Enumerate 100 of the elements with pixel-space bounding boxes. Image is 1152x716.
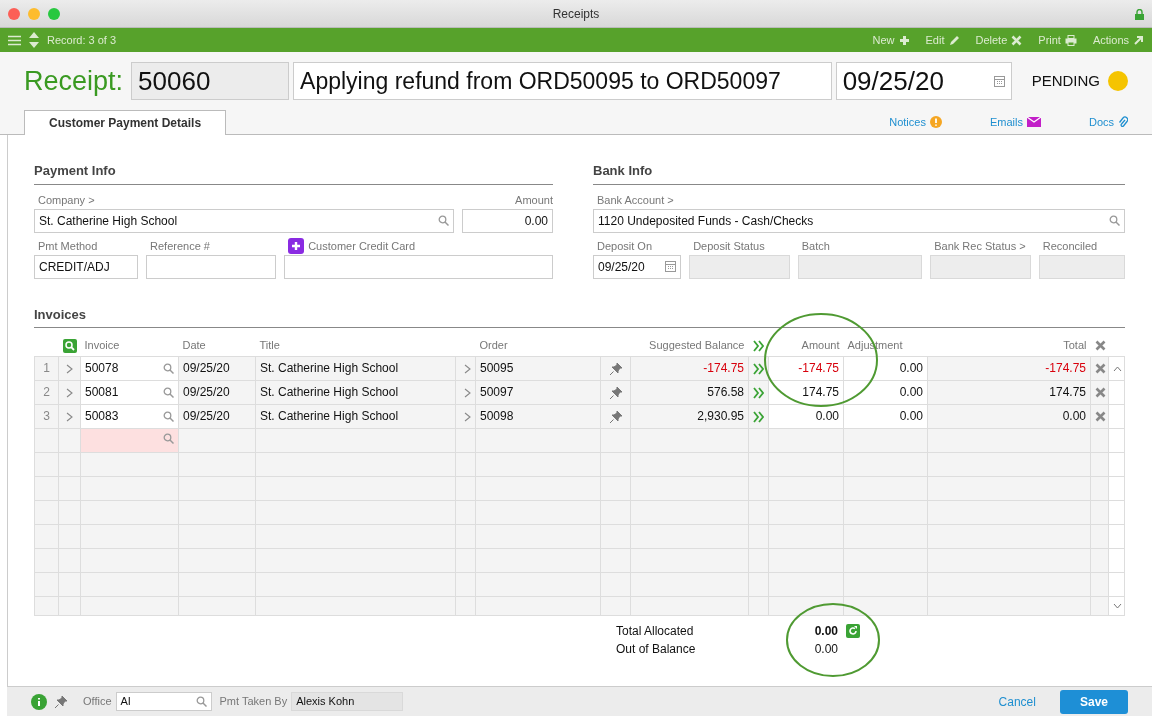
delete-row-icon[interactable]: [1095, 411, 1106, 423]
refresh-button[interactable]: [846, 623, 860, 638]
plus-icon: [898, 34, 910, 46]
field-label: Deposit On: [597, 238, 653, 254]
input-field[interactable]: 09/25/20: [593, 254, 682, 279]
delete-row-icon[interactable]: [1095, 387, 1106, 399]
search-icon[interactable]: [1109, 215, 1120, 226]
scroll-up-icon[interactable]: [1113, 365, 1122, 372]
field-label: Deposit Status: [693, 238, 765, 254]
field-label: Customer Credit Card: [308, 238, 416, 254]
double-chevron-icon[interactable]: [753, 386, 764, 399]
search-icon[interactable]: [195, 696, 207, 707]
zoom-window-button[interactable]: [48, 7, 60, 20]
input-field[interactable]: [284, 254, 553, 279]
table-cell: 50097: [480, 385, 514, 399]
receipt-title-field[interactable]: Applying refund from ORD50095 to ORD50097: [293, 62, 832, 100]
section-heading: Payment Info: [34, 161, 553, 185]
table-cell: 09/25/20: [183, 409, 230, 423]
close-window-button[interactable]: [8, 7, 20, 20]
search-button[interactable]: [62, 338, 77, 353]
input-field[interactable]: [146, 254, 277, 279]
column-header: Suggested Balance: [649, 338, 745, 351]
status-dot: [1108, 71, 1128, 91]
tab[interactable]: Customer Payment Details: [24, 110, 227, 135]
double-chevron-icon[interactable]: [753, 410, 764, 423]
input-field[interactable]: 0.00: [462, 208, 553, 233]
pmt-taken-by-field: Alexis Kohn: [291, 692, 404, 711]
total-label: Total Allocated: [616, 622, 695, 640]
table-cell: 576.58: [707, 385, 744, 399]
double-chevron-icon[interactable]: [753, 362, 764, 375]
table-cell: -174.75: [703, 361, 744, 375]
paperclip-icon: [1118, 115, 1128, 128]
field-label: Amount: [515, 192, 553, 208]
pin-icon[interactable]: [609, 386, 622, 399]
delete-row-icon[interactable]: [1095, 363, 1106, 375]
search-icon[interactable]: [163, 410, 174, 422]
info-icon[interactable]: [31, 693, 47, 710]
pin-icon[interactable]: [609, 410, 622, 423]
table-cell: 0.00: [1062, 409, 1086, 423]
row-number: 3: [43, 409, 50, 423]
field-label: Bank Account >: [597, 192, 674, 208]
input-field[interactable]: CREDIT/ADJ: [34, 254, 139, 279]
field-label: Bank Rec Status >: [934, 238, 1026, 254]
search-icon[interactable]: [438, 215, 449, 226]
table-cell: 09/25/20: [183, 385, 230, 399]
field-label: Reference #: [150, 238, 210, 254]
column-header: Invoice: [84, 338, 120, 351]
table-cell: St. Catherine High School: [260, 409, 399, 423]
field-label: Pmt Taken By: [219, 694, 288, 710]
row-number: 1: [43, 361, 50, 375]
table-cell: 50095: [480, 361, 514, 375]
calendar-icon[interactable]: [665, 261, 677, 272]
column-header: Title: [259, 338, 280, 351]
field-label: Company >: [38, 192, 95, 208]
input-field[interactable]: 1120 Undeposited Funds - Cash/Checks: [593, 208, 1125, 233]
field-label: Reconciled: [1042, 238, 1098, 254]
cross-icon: [1011, 34, 1023, 46]
table-cell: 174.75: [1049, 385, 1086, 399]
table-cell: 50098: [480, 409, 514, 423]
receipt-date-field[interactable]: 09/25/20: [835, 62, 1012, 100]
menu-icon[interactable]: [8, 34, 21, 46]
amount-field[interactable]: 0.00: [815, 409, 839, 423]
table-cell: 09/25/20: [183, 361, 230, 375]
search-icon[interactable]: [163, 386, 174, 398]
total-value: 0.00: [813, 640, 838, 658]
record-counter: Record: 3 of 3: [47, 32, 117, 48]
clear-all-icon[interactable]: [1094, 340, 1106, 352]
save-button[interactable]: Save: [1059, 689, 1128, 714]
section-heading: Invoices: [34, 304, 1125, 328]
section-heading: Bank Info: [593, 161, 1125, 185]
calendar-icon[interactable]: [993, 75, 1005, 87]
search-icon[interactable]: [163, 433, 174, 444]
receipt-number-field[interactable]: 50060: [131, 62, 290, 100]
field-label: Office: [83, 694, 112, 710]
total-label: Out of Balance: [616, 640, 697, 658]
row-number: 2: [43, 385, 50, 399]
column-header: Amount: [801, 338, 840, 351]
envelope-icon: [1026, 116, 1041, 127]
status-label: PENDING: [1031, 70, 1100, 91]
adjustment-field[interactable]: 0.00: [899, 361, 923, 375]
column-header: Date: [182, 338, 206, 351]
add-button[interactable]: [288, 237, 305, 254]
pin-icon[interactable]: [55, 695, 67, 708]
receipt-label: Receipt:: [24, 64, 124, 98]
lock-icon: [1135, 8, 1144, 20]
table-cell: -174.75: [1045, 361, 1086, 375]
field-label: Batch: [801, 238, 830, 254]
adjustment-field[interactable]: 0.00: [899, 385, 923, 399]
scroll-down-icon[interactable]: [1113, 603, 1122, 610]
arrow-icon: [1133, 34, 1144, 46]
input-field[interactable]: St. Catherine High School: [34, 208, 454, 233]
adjustment-field[interactable]: 0.00: [899, 409, 923, 423]
table-cell: 2,930.95: [697, 409, 744, 423]
search-icon[interactable]: [163, 362, 174, 374]
up-down-arrows-icon[interactable]: [29, 32, 39, 48]
table-cell: St. Catherine High School: [260, 361, 399, 375]
pin-icon[interactable]: [609, 362, 622, 375]
double-chevron-icon[interactable]: [752, 339, 764, 352]
office-field[interactable]: AI: [115, 692, 212, 711]
pencil-icon: [948, 34, 960, 46]
